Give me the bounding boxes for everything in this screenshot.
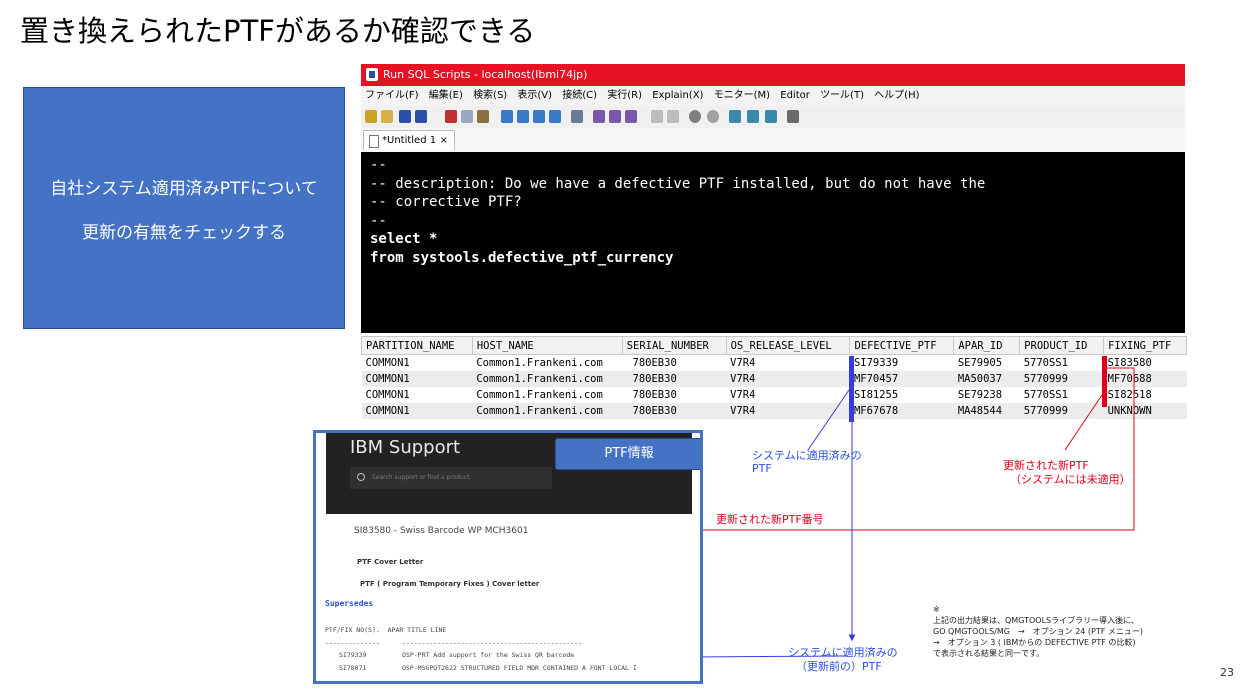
new-ptf-number-label: 更新された新PTF番号 [716, 513, 824, 526]
search-icon [357, 473, 365, 481]
footnote-line-2: GO QMGTOOLS/MG → オプション 24 (PTF メニュー) [933, 627, 1144, 636]
ibm-cover-letter-sub: PTF ( Program Temporary Fixes ) Cover le… [360, 580, 540, 588]
ibm-row1-text: OSP-PRT Add support for the Swiss QR bar… [402, 651, 575, 659]
ibm-row2-text: OSP-MSGPQT2622 STRUCTURED FIELD MDR CONT… [402, 664, 637, 672]
ibm-row2-ptf: SI78071 [339, 664, 367, 672]
footnote: ※ 上記の出力結果は、QMGTOOLSライブラリー導入後に、 GO QMGTOO… [933, 604, 1203, 659]
new-ptf-label-2: （システムには未適用） [1010, 473, 1131, 486]
search-placeholder: Search support or find a product [372, 474, 470, 481]
ibm-doc-title: SI83580 - Swiss Barcode WP MCH3601 [354, 526, 529, 536]
applied-ptf-leader [807, 389, 850, 451]
new-ptf-leader [1064, 394, 1103, 451]
ibm-row1-ptf: SI79339 [339, 651, 367, 659]
ibm-dash-left: -------------- [325, 639, 380, 647]
ibm-support-screenshot: IBM Support Search support or find a pro… [313, 430, 703, 684]
footnote-line-3: → オプション 3 ( IBMからの DEFECTIVE PTF の比較) [933, 638, 1136, 647]
ibm-search-input[interactable]: Search support or find a product [350, 467, 552, 489]
page-number: 23 [1220, 666, 1234, 679]
ibm-table-header: PTF/FIX NO(S). APAR TITLE LINE [325, 626, 447, 634]
applied-ptf-label-2: PTF [752, 462, 772, 475]
ibm-dash-right: ----------------------------------------… [402, 639, 583, 647]
prior-ptf-label-2: （更新前の）PTF [796, 660, 882, 673]
footnote-mark: ※ [933, 605, 940, 614]
ibm-supersedes: Supersedes [325, 599, 374, 608]
footnote-line-4: で表示される結果と同一です。 [933, 649, 1045, 658]
ptf-info-button: PTF情報 [555, 438, 700, 470]
footnote-line-1: 上記の出力結果は、QMGTOOLSライブラリー導入後に、 [933, 616, 1139, 625]
ibm-brand[interactable]: IBM Support [350, 437, 460, 458]
ibm-cover-letter: PTF Cover Letter [357, 558, 424, 566]
applied-ptf-label-1: システムに適用済みの [752, 449, 862, 462]
